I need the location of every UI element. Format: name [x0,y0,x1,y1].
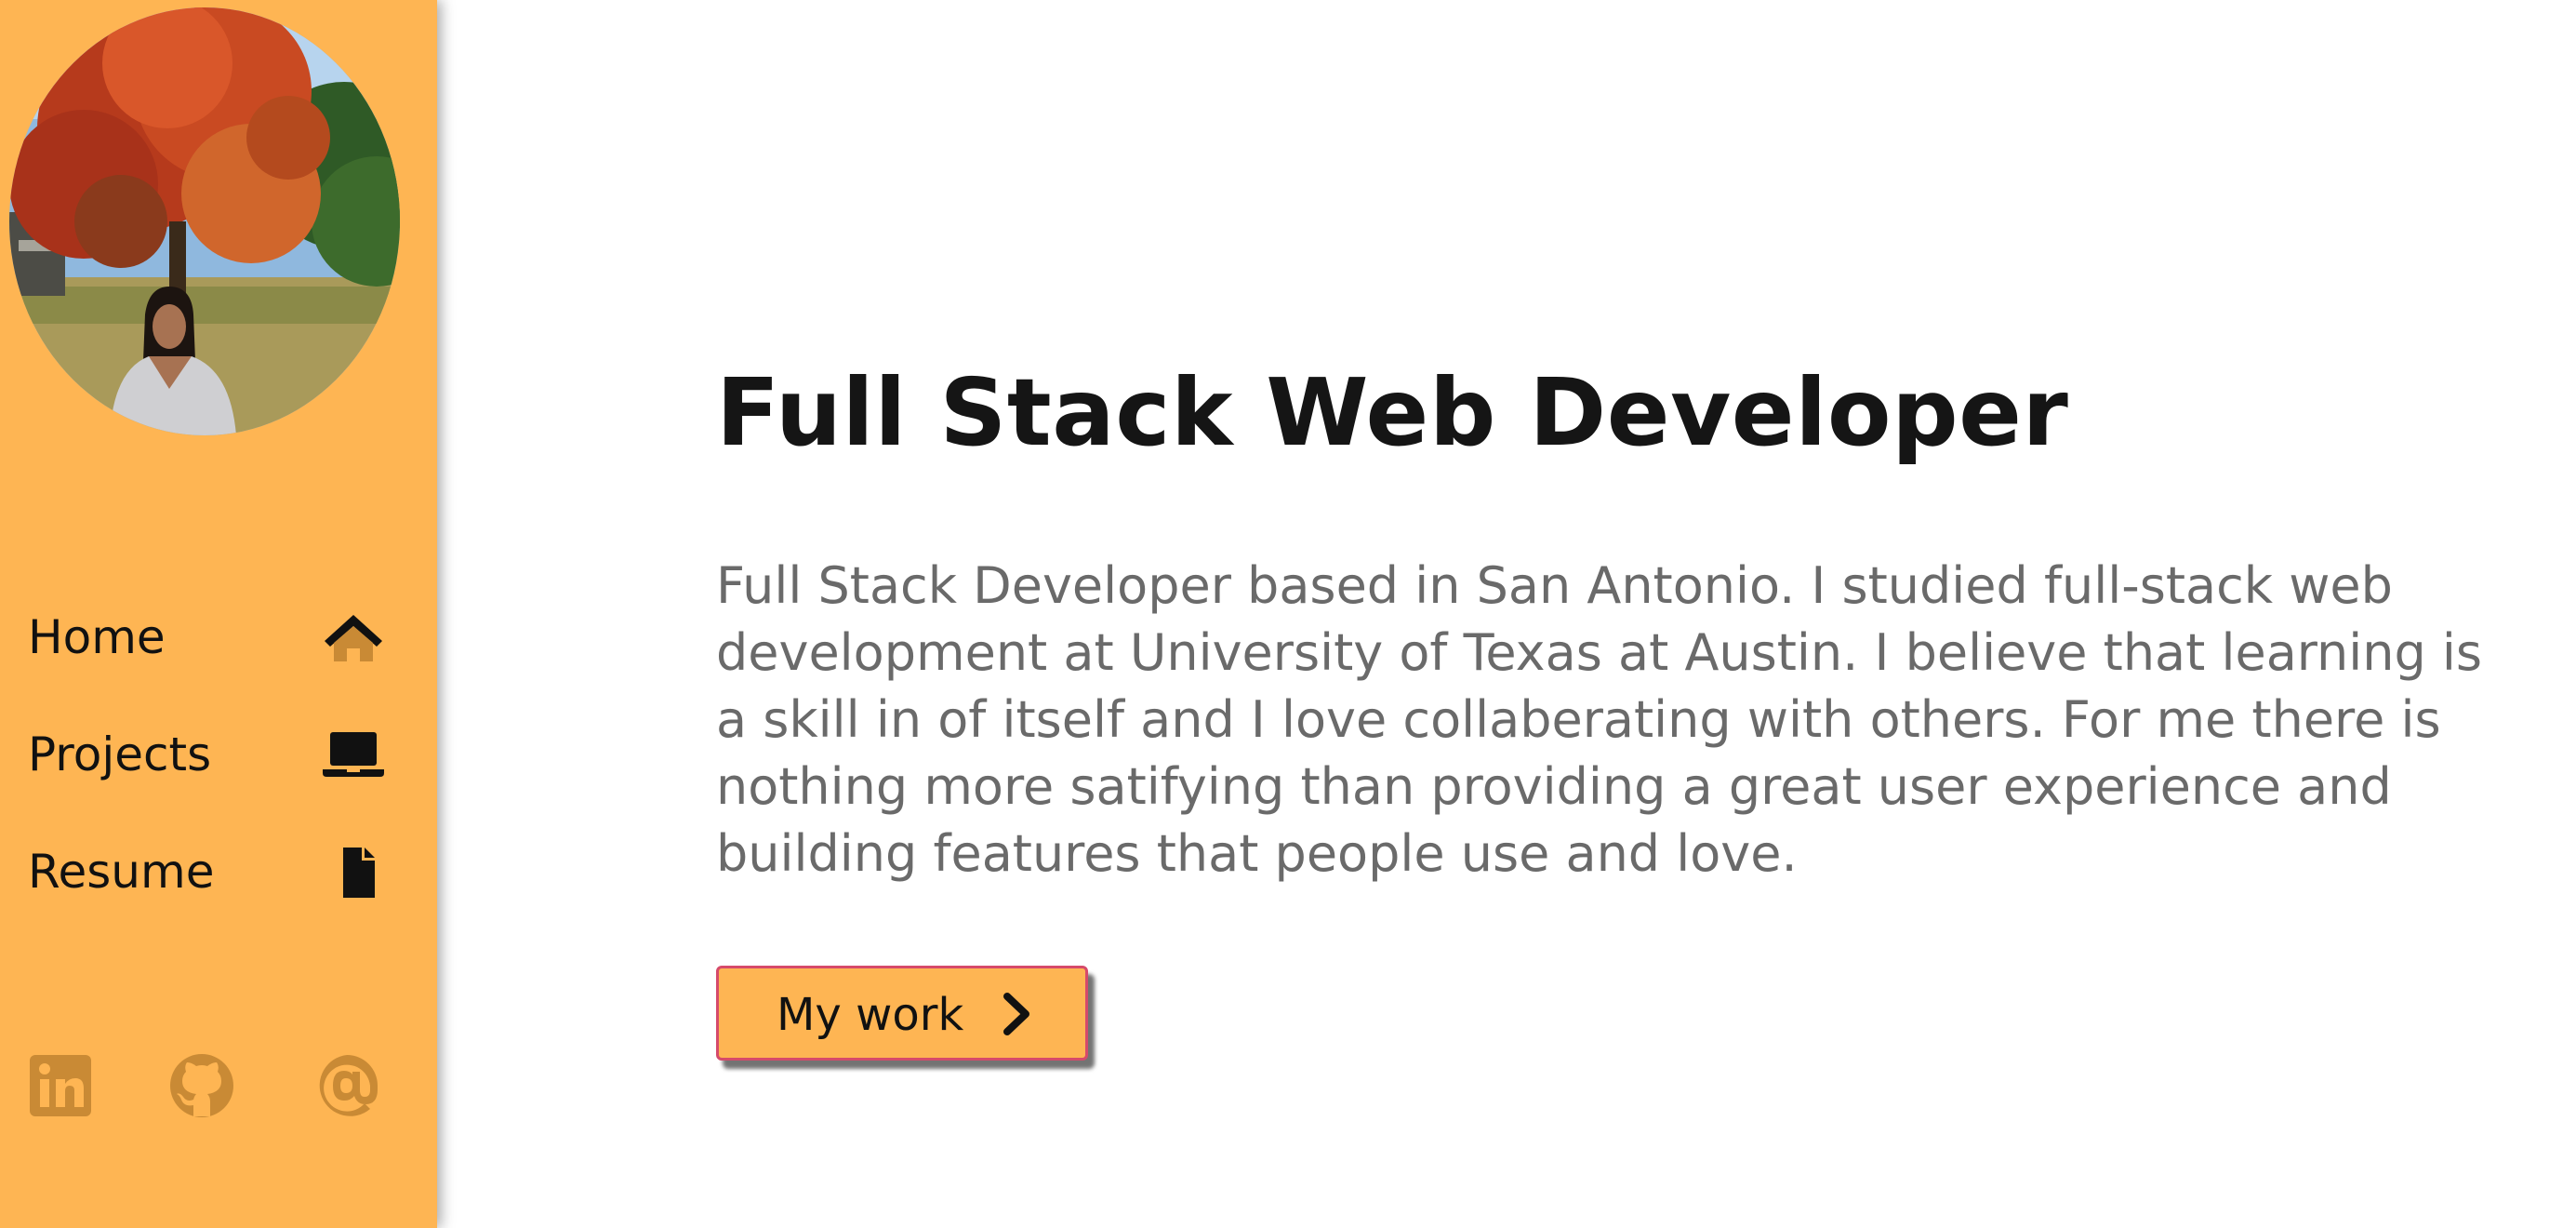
avatar [9,7,400,435]
file-icon [321,844,386,900]
email-link[interactable] [312,1051,381,1120]
my-work-button[interactable]: My work [716,966,1088,1061]
linkedin-link[interactable] [26,1051,95,1120]
nav-item-projects[interactable]: Projects [0,713,437,796]
page: Home Projects Resume Full Stack Web Deve… [0,0,2576,1228]
nav-item-home[interactable]: Home [0,595,437,679]
avatar-photo [9,7,400,435]
chevron-right-icon [998,993,1035,1035]
at-icon [319,1055,378,1116]
page-title: Full Stack Web Developer [716,358,2069,467]
nav-label-home: Home [28,610,166,664]
github-icon [170,1054,233,1117]
nav-label-resume: Resume [28,845,215,899]
nav-item-resume[interactable]: Resume [0,830,437,914]
laptop-icon [321,727,386,782]
home-icon [321,609,386,665]
bio-text: Full Stack Developer based in San Antoni… [716,556,2483,883]
github-link[interactable] [167,1051,236,1120]
linkedin-icon [30,1055,91,1116]
main-content: Full Stack Web Developer Full Stack Deve… [716,0,2530,1228]
sidebar: Home Projects Resume [0,0,437,1228]
my-work-label: My work [777,989,964,1041]
nav-label-projects: Projects [28,727,212,781]
